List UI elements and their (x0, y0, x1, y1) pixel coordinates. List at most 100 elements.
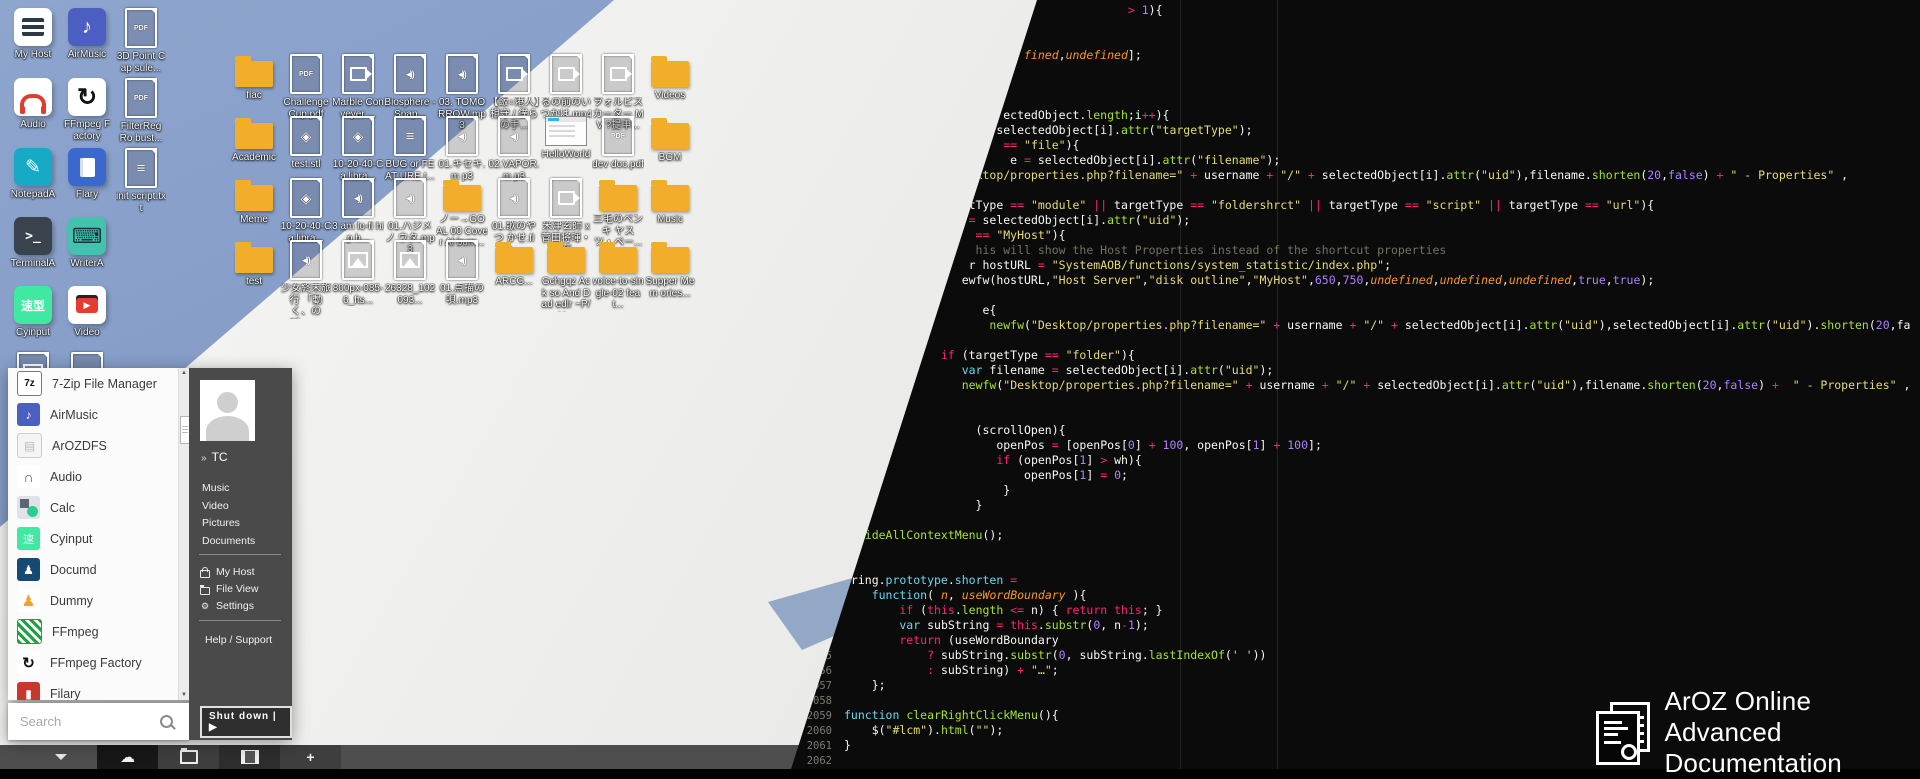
desktop-folder[interactable]: Meme (228, 178, 280, 226)
avatar[interactable] (200, 380, 255, 441)
desktop-file[interactable]: ◂))01.点描の唄.mp3 (436, 240, 488, 306)
film-icon (241, 750, 259, 764)
help-support-link[interactable]: Help / Support (205, 634, 272, 646)
start-menu-app-cyinput[interactable]: 速Cyinput (8, 523, 178, 554)
desktop-file[interactable]: ◈test.stl (280, 116, 332, 171)
documd-icon: ♟ (17, 558, 40, 581)
desktop-folder[interactable]: Videos (644, 54, 696, 102)
start-menu-app-audio[interactable]: ∩Audio (8, 461, 178, 492)
desktop-file[interactable]: ◈10-20-40-Ca libra... (332, 116, 384, 182)
search-input[interactable]: Search (20, 714, 160, 729)
desktop-file[interactable]: ◂))Biosphere - Snap... (384, 54, 436, 120)
desktop-folder[interactable]: test (228, 240, 280, 288)
desktop-file[interactable]: るの前のいつかは.mp4 (540, 54, 592, 120)
start-menu-place-pictures[interactable]: Pictures (202, 515, 255, 533)
desktop-file[interactable]: ◂))少女終末旅行 「動く、のび。」... (280, 240, 332, 319)
desktop-folder[interactable]: Music (644, 178, 696, 226)
start-menu-app-calc[interactable]: Calc (8, 492, 178, 523)
desktop-folder[interactable]: Gchgqz Ack so And Dad edlr ~P/U... (540, 240, 592, 312)
start-menu-place-music[interactable]: Music (202, 480, 255, 498)
desktop-file[interactable]: ◂))01.キセキ.m p3 (436, 116, 488, 182)
scroll-up-icon[interactable]: ▲ (179, 370, 189, 376)
code-line: 2027 == "MyHost"){ (798, 228, 1910, 243)
folder-icon (235, 185, 273, 211)
code-line: 2040 (scrollOpen){ (798, 423, 1910, 438)
start-menu-app-ffmpeg-factory[interactable]: ↻FFmpeg Factory (8, 647, 178, 678)
start-menu-app-7-zip-file-manager[interactable]: 7z7-Zip File Manager (8, 368, 178, 399)
desktop-file[interactable]: ◂))02.VAPOR.m p3 (488, 116, 540, 182)
pdf-file-icon: PDF (602, 116, 634, 156)
logo-subtitle: Advanced Documentation (1664, 717, 1920, 779)
start-menu-app-airmusic[interactable]: ♪AirMusic (8, 399, 178, 430)
audio-file-icon: ◂)) (446, 116, 478, 156)
file-label: Meme (228, 214, 280, 226)
desktop-folder[interactable]: voice-to-sin gle-02 feat... (592, 240, 644, 311)
desktop-folder[interactable]: 三毛のペンキ ヤスツ・ペー... (592, 178, 644, 249)
app-label: Audio (50, 470, 82, 484)
video-file-icon (342, 54, 374, 94)
app-label: FFmpeg (52, 625, 99, 639)
user-name[interactable]: »TC (201, 450, 228, 464)
tool-label: File View (216, 581, 258, 598)
desktop-file[interactable]: ◂))3 am lo-fi hip h... (332, 178, 384, 244)
desktop-file[interactable]: HelloWorld (540, 116, 592, 161)
start-menu-place-documents[interactable]: Documents (202, 533, 255, 551)
taskbar-tab-plus[interactable]: + (280, 745, 341, 769)
start-menu-place-video[interactable]: Video (202, 498, 255, 516)
start-menu-app-dummy[interactable]: ♟Dummy (8, 585, 178, 616)
taskbar-tab-film[interactable] (219, 745, 280, 769)
scroll-down-icon[interactable]: ▼ (179, 692, 189, 698)
start-menu-app-ffmpeg[interactable]: FFmpeg (8, 616, 178, 647)
aroz-docs-logo: ArOZ Online Advanced Documentation (1596, 686, 1920, 779)
desktop-file[interactable]: ≡BUG or FEAT URE.t... (384, 116, 436, 182)
desktop-file[interactable]: Marble Conveyer ... (332, 54, 384, 120)
code-line: 2033 newfw("Desktop/properties.php?filen… (798, 318, 1910, 333)
fffactory-icon: ↻ (17, 651, 40, 674)
arozdfs-icon: ▤ (17, 433, 42, 458)
start-menu-tool-settings[interactable]: ⚙Settings (200, 598, 258, 615)
calc-icon (17, 496, 40, 519)
desktop-file[interactable]: 26328_102093... (384, 240, 436, 306)
code-line: 2046 (798, 513, 1910, 528)
audio-file-icon: ◂)) (446, 54, 478, 94)
start-menu-search[interactable]: Search (8, 703, 189, 740)
code-line: 2052 if (this.length <= n) { return this… (798, 603, 1910, 618)
desktop-folder[interactable]: flac (228, 54, 280, 102)
desktop-file[interactable]: ◈10-20-40-Ca libra... (280, 178, 332, 244)
shut-down-button[interactable]: Shut down |▶ (200, 706, 292, 738)
code-line: 2032 e{ (798, 303, 1910, 318)
taskbar-tab-cloud[interactable]: ☁ (97, 745, 158, 769)
app-label: AirMusic (50, 408, 98, 422)
desktop-file[interactable]: 800px-085-6_fts... (332, 240, 384, 306)
start-menu-app-arozdfs[interactable]: ▤ArOZDFS (8, 430, 178, 461)
7zip-icon: 7z (17, 371, 42, 396)
desktop-folder[interactable]: Supper Mem ories... (644, 240, 696, 299)
taskbar-tabs: ☁+ (97, 745, 341, 769)
code-line: 2051 function( n, useWordBoundary ){ (798, 588, 1910, 603)
file-label: ARCG... (488, 276, 540, 288)
folder-icon (599, 185, 637, 211)
start-menu-tool-my-host[interactable]: My Host (200, 564, 258, 581)
taskbar-tab-folder[interactable] (158, 745, 219, 769)
file-label: Music (644, 214, 696, 226)
code-line: 2034 (798, 333, 1910, 348)
taskbar-caret-icon[interactable] (55, 754, 67, 760)
desktop-folder[interactable]: ARCG... (488, 240, 540, 288)
desktop-folder[interactable]: Academic (228, 116, 280, 164)
start-menu-app-filary[interactable]: ▮Filary (8, 678, 178, 700)
desktop-file[interactable]: PDFChallenge Cup.pdf (280, 54, 332, 120)
start-menu-scrollbar[interactable]: ▲ ▼ (178, 368, 189, 700)
desktop-folder[interactable]: ノー→GOAL 00 Cover Al bum... (436, 178, 488, 249)
folder-icon (651, 61, 689, 87)
start-menu-app-documd[interactable]: ♟Documd (8, 554, 178, 585)
folder-icon (547, 247, 585, 273)
desktop-file[interactable]: PDFdev doc.pdf (592, 116, 644, 171)
folder-icon (651, 247, 689, 273)
folder-icon (651, 185, 689, 211)
desktop-folder[interactable]: BGM (644, 116, 696, 164)
code-line: 2043 openPos[1] = 0; (798, 468, 1910, 483)
video-file-icon (550, 54, 582, 94)
gear-icon: ⚙ (200, 598, 210, 615)
start-menu-tool-file-view[interactable]: File View (200, 581, 258, 598)
code-line: 2047 hideAllContextMenu(); (798, 528, 1910, 543)
